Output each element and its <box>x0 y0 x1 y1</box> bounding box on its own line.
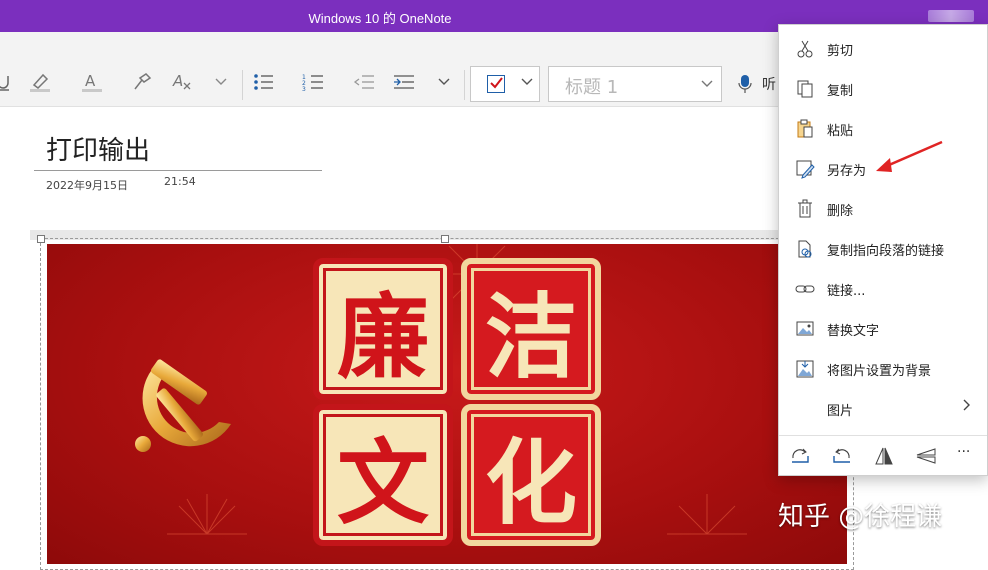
font-color-icon[interactable]: A <box>80 70 104 94</box>
paste-icon <box>797 119 813 138</box>
poster-image[interactable]: 廉 洁 文 化 <box>47 244 847 564</box>
underline-button[interactable] <box>0 70 10 94</box>
link-copy-icon <box>798 240 812 258</box>
menu-item-copy-link[interactable]: 复制指向段落的链接 <box>779 229 987 269</box>
page-title[interactable]: 打印输出 <box>46 130 150 167</box>
page-date: 2022年9月15日 <box>46 179 128 192</box>
context-menu: 剪切 复制 粘贴 另存为 删除 复制指向段落的链接 链接... 替换文字 将图片… <box>778 24 988 476</box>
numbered-list-icon[interactable]: 123 <box>302 70 326 94</box>
resize-handle[interactable] <box>37 235 45 243</box>
rotate-right-icon[interactable] <box>789 446 811 466</box>
highlight-icon[interactable] <box>28 70 52 94</box>
watermark: 知乎 @徐程谦 <box>778 502 943 532</box>
increase-indent-icon[interactable] <box>392 70 416 94</box>
window-title: Windows 10 的 OneNote <box>308 11 452 26</box>
save-as-icon <box>796 160 815 179</box>
menu-item-alt-text[interactable]: 替换文字 <box>779 309 987 349</box>
menu-item-label: 图片 <box>827 404 854 419</box>
style-selector[interactable]: 标题 1 <box>548 66 722 102</box>
image-actions-bar: ··· <box>779 435 987 476</box>
image-background-icon <box>796 360 814 378</box>
poster-char: 文 <box>336 429 429 537</box>
annotation-arrow-icon <box>876 140 943 172</box>
menu-item-label: 另存为 <box>827 164 867 179</box>
menu-item-label: 链接... <box>827 284 866 299</box>
more-icon[interactable]: ··· <box>957 444 979 464</box>
menu-item-label: 粘贴 <box>827 124 854 139</box>
checkbox-icon <box>487 75 505 93</box>
user-account[interactable] <box>928 10 974 22</box>
menu-item-label: 复制 <box>827 84 854 99</box>
poster-char-tile: 洁 <box>461 258 601 400</box>
copy-icon <box>797 80 813 98</box>
menu-item-label: 将图片设置为背景 <box>827 364 932 379</box>
poster-char: 廉 <box>336 283 429 391</box>
chevron-down-icon[interactable] <box>521 75 533 89</box>
menu-item-set-background[interactable]: 将图片设置为背景 <box>779 349 987 389</box>
menu-item-copy[interactable]: 复制 <box>779 69 987 109</box>
trash-icon <box>798 199 812 218</box>
svg-text:A: A <box>85 72 96 90</box>
dictate-label[interactable]: 听 <box>762 74 776 94</box>
microphone-icon[interactable] <box>738 74 752 98</box>
flip-vertical-icon[interactable] <box>915 446 937 466</box>
page-time: 21:54 <box>164 175 196 188</box>
menu-item-cut[interactable]: 剪切 <box>779 29 987 69</box>
todo-tag-selector[interactable] <box>470 66 540 102</box>
poster-char: 化 <box>484 429 577 537</box>
clear-format-icon[interactable]: A <box>170 70 194 94</box>
title-underline <box>34 170 322 171</box>
format-painter-icon[interactable] <box>130 70 154 94</box>
chevron-down-icon[interactable] <box>212 70 230 94</box>
rotate-left-icon[interactable] <box>831 446 853 466</box>
menu-item-delete[interactable]: 删除 <box>779 189 987 229</box>
alt-text-icon <box>796 321 814 336</box>
menu-item-picture[interactable]: 图片 <box>779 389 987 429</box>
link-icon <box>795 285 815 293</box>
emblem-icon <box>135 359 231 452</box>
poster-char-tile: 文 <box>313 404 453 546</box>
svg-text:3: 3 <box>302 86 306 92</box>
menu-item-label: 剪切 <box>827 44 854 59</box>
menu-item-label: 复制指向段落的链接 <box>827 244 945 259</box>
scissors-icon <box>797 40 813 58</box>
chevron-down-icon[interactable] <box>434 70 454 94</box>
chevron-down-icon <box>701 77 713 91</box>
menu-item-link[interactable]: 链接... <box>779 269 987 309</box>
poster-char: 洁 <box>484 283 577 391</box>
flip-horizontal-icon[interactable] <box>873 446 895 466</box>
bullet-list-icon[interactable] <box>252 70 276 94</box>
decrease-indent-icon[interactable] <box>352 70 376 94</box>
chevron-right-icon <box>963 399 971 415</box>
poster-char-tile: 廉 <box>313 258 453 400</box>
poster-char-tile: 化 <box>461 404 601 546</box>
svg-text:A: A <box>172 72 183 90</box>
menu-item-label: 替换文字 <box>827 324 880 339</box>
menu-item-label: 删除 <box>827 204 854 219</box>
style-selector-value: 标题 1 <box>565 77 619 98</box>
resize-handle[interactable] <box>441 235 449 243</box>
